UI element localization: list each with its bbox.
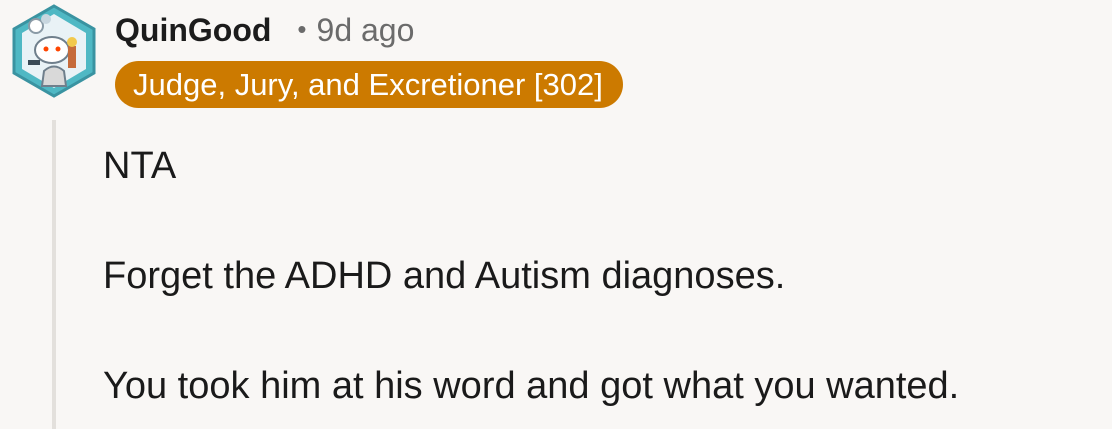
comment-header: QuinGood • 9d ago xyxy=(115,12,414,49)
separator-dot: • xyxy=(297,14,307,44)
user-avatar-icon[interactable] xyxy=(10,2,98,98)
comment-paragraph: You took him at his word and got what yo… xyxy=(103,365,960,407)
username-link[interactable]: QuinGood xyxy=(115,12,271,49)
comment-body: NTA Forget the ADHD and Autism diagnoses… xyxy=(103,143,1093,409)
comment-paragraph: Forget the ADHD and Autism diagnoses. xyxy=(103,255,786,297)
user-flair-badge: Judge, Jury, and Excretioner [302] xyxy=(115,61,623,108)
timestamp[interactable]: 9d ago xyxy=(317,12,415,49)
thread-collapse-line[interactable] xyxy=(52,120,56,429)
comment-paragraph: NTA xyxy=(103,145,177,187)
comment: QuinGood • 9d ago Judge, Jury, and Excre… xyxy=(0,0,1112,429)
